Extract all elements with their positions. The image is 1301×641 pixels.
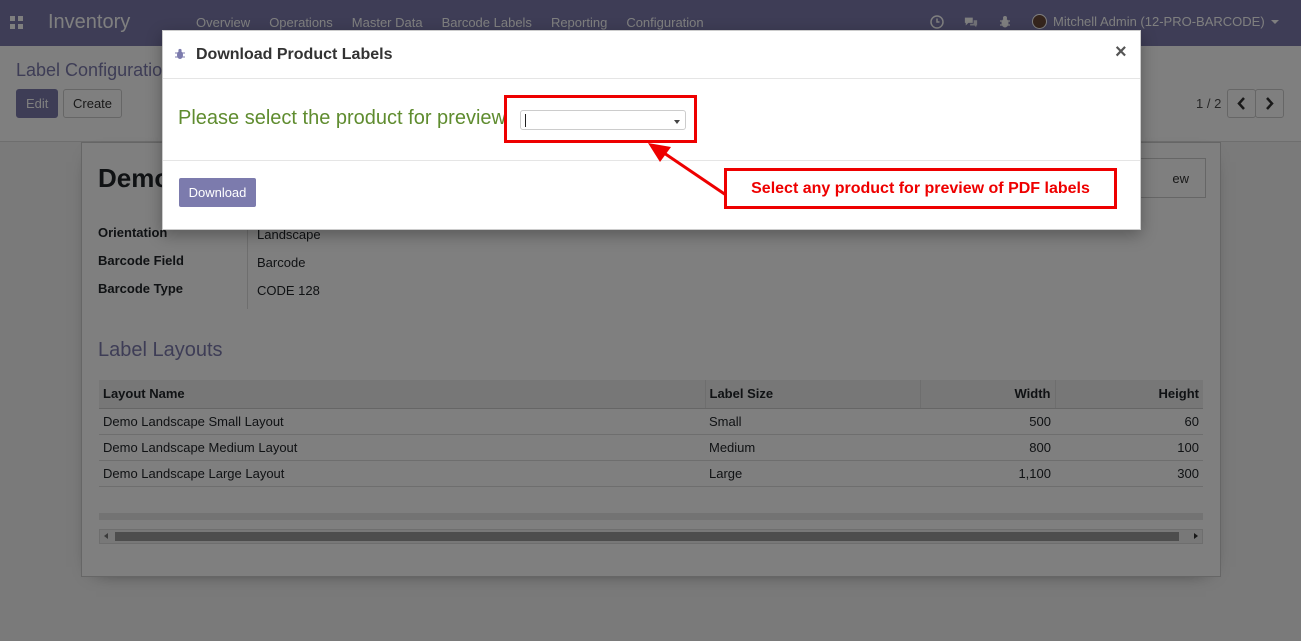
dialog-header: Download Product Labels ×	[163, 31, 1140, 79]
annotation-callout: Select any product for preview of PDF la…	[724, 168, 1117, 209]
dialog-title: Download Product Labels	[196, 46, 393, 63]
select-highlight-box	[504, 95, 697, 143]
product-select-prompt: Please select the product for preview	[178, 107, 506, 129]
download-button[interactable]: Download	[179, 178, 256, 207]
bug-icon	[175, 48, 185, 59]
close-icon[interactable]: ×	[1115, 42, 1127, 62]
